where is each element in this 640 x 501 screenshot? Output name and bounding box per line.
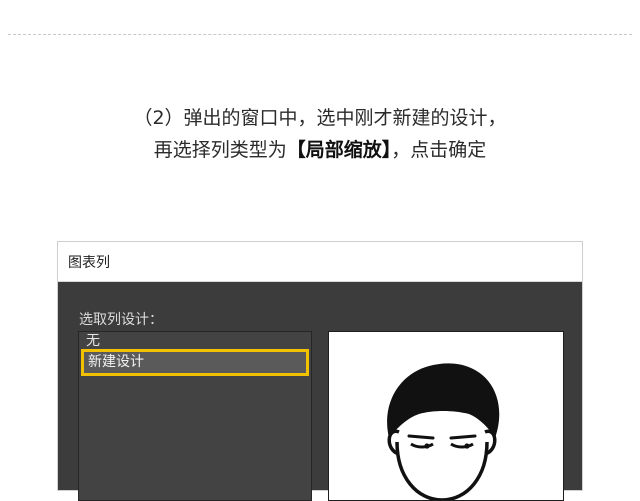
design-preview bbox=[328, 331, 564, 501]
select-column-design-label: 选取列设计： bbox=[79, 312, 163, 328]
dashed-divider bbox=[8, 34, 632, 35]
dialog-titlebar[interactable]: 图表列 bbox=[58, 242, 582, 282]
instruction-line-2: 再选择列类型为【局部缩放】，点击确定 bbox=[0, 135, 640, 165]
chart-column-dialog: 图表列 选取列设计： 无 新建设计 bbox=[57, 241, 583, 501]
instruction-line-1: （2）弹出的窗口中，选中刚才新建的设计， bbox=[133, 107, 507, 129]
cartoon-face-icon bbox=[387, 363, 500, 500]
column-design-list[interactable]: 无 新建设计 bbox=[78, 331, 312, 501]
list-item-new-design[interactable]: 新建设计 bbox=[81, 349, 309, 376]
instruction-text: 再选择列类型为 bbox=[153, 139, 287, 161]
dialog-title: 图表列 bbox=[68, 255, 110, 271]
column-type-highlight: 【局部缩放】 bbox=[286, 139, 392, 161]
instruction-text-end: ，点击确定 bbox=[391, 139, 487, 161]
list-item-none[interactable]: 无 bbox=[86, 330, 100, 350]
